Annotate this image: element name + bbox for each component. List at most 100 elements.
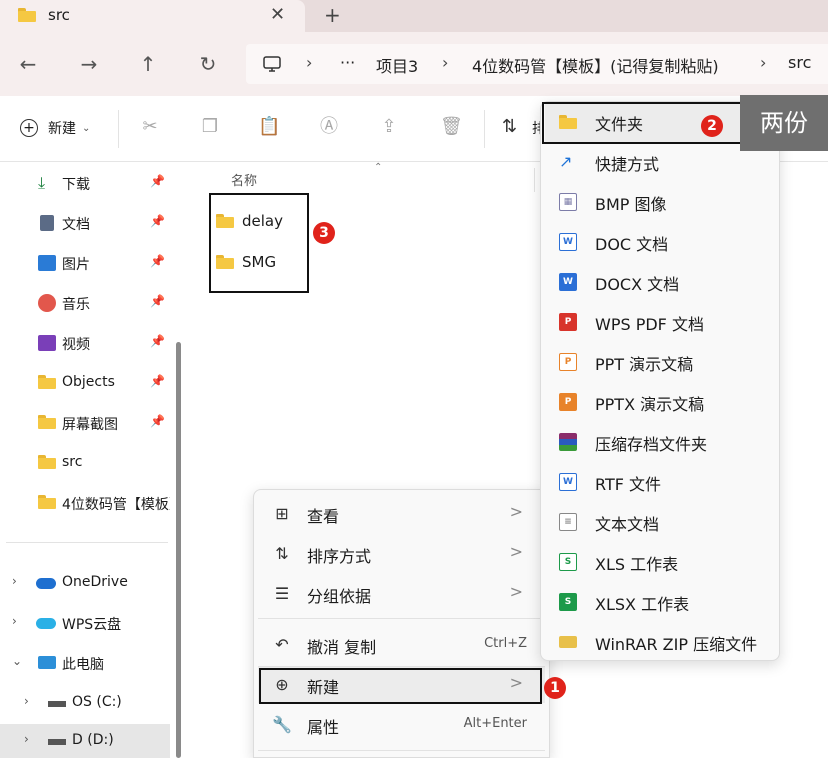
share-icon[interactable]: ⇪	[378, 116, 400, 138]
sidebar-item-drive-d[interactable]: › D (D:)	[0, 724, 170, 758]
chevron-right-icon: >	[509, 582, 523, 601]
sidebar-item-this-pc[interactable]: ⌄ 此电脑	[0, 646, 170, 680]
cloud-icon	[36, 618, 56, 629]
pin-icon[interactable]: 📌	[150, 294, 165, 308]
sidebar-item-pictures[interactable]: 图片 📌	[0, 246, 170, 280]
paste-icon[interactable]: 📋	[258, 116, 280, 138]
excel-xlsx-icon: S	[559, 593, 577, 611]
text-document-icon: ≡	[559, 513, 577, 531]
menu-item-label: BMP 图像	[595, 195, 667, 214]
menu-item-sort[interactable]: ⇅ 排序方式 >	[258, 536, 545, 572]
column-header-name[interactable]: 名称	[231, 170, 257, 189]
tab-title: src	[48, 6, 70, 24]
menu-item-label: 分组依据	[307, 587, 372, 606]
submenu-item-bmp[interactable]: ▦ BMP 图像	[545, 182, 777, 222]
breadcrumb-item[interactable]: 4位数码管【模板】(记得复制粘贴)	[472, 53, 719, 77]
highlight-box	[209, 193, 309, 293]
menu-item-label: DOC 文档	[595, 235, 669, 254]
pin-icon[interactable]: 📌	[150, 254, 165, 268]
folder-icon	[38, 415, 56, 431]
annotation-label: 两份	[740, 95, 828, 151]
chevron-right-icon[interactable]: ›	[12, 614, 17, 628]
copy-icon[interactable]: ❐	[199, 116, 221, 138]
grid-icon: ⊞	[275, 504, 289, 523]
chevron-right-icon: >	[509, 542, 523, 561]
word-docx-icon: W	[559, 273, 577, 291]
chevron-right-icon[interactable]: ›	[12, 574, 17, 588]
pin-icon[interactable]: 📌	[150, 214, 165, 228]
download-icon: ⤓	[38, 173, 46, 192]
up-arrow-icon[interactable]: ↑	[136, 52, 160, 76]
refresh-icon[interactable]: ↻	[196, 52, 220, 76]
menu-shortcut: Alt+Enter	[463, 716, 527, 731]
pin-icon[interactable]: 📌	[150, 174, 165, 188]
forward-arrow-icon[interactable]: →	[77, 52, 101, 76]
submenu-item-winrar-zip[interactable]: WinRAR ZIP 压缩文件	[545, 622, 777, 662]
chevron-right-icon[interactable]: ›	[24, 732, 29, 746]
menu-item-undo-copy[interactable]: ↶ 撤消 复制 Ctrl+Z	[258, 627, 545, 663]
folder-icon	[18, 8, 36, 22]
sidebar-item-screenshots[interactable]: 屏幕截图 📌	[0, 406, 170, 440]
sidebar-item-objects[interactable]: Objects 📌	[0, 366, 170, 400]
new-tab-button[interactable]: +	[324, 3, 341, 27]
chevron-right-icon[interactable]: ›	[24, 694, 29, 708]
sidebar-item-label: 此电脑	[62, 657, 104, 673]
menu-item-view[interactable]: ⊞ 查看 >	[258, 496, 545, 532]
tab-src[interactable]: src ✕	[0, 0, 305, 32]
delete-icon[interactable]: 🗑	[440, 116, 463, 138]
sidebar-item-drive-c[interactable]: › OS (C:)	[0, 686, 170, 720]
chevron-down-icon[interactable]: ⌄	[12, 654, 22, 668]
cut-icon[interactable]: ✂	[139, 116, 161, 138]
submenu-item-doc[interactable]: W DOC 文档	[545, 222, 777, 262]
toolbar-divider	[484, 110, 485, 148]
sidebar-item-src[interactable]: src	[0, 446, 170, 480]
menu-item-label: XLS 工作表	[595, 555, 679, 574]
sidebar-item-label: 4位数码管【模板】(记得复制粘贴)	[62, 497, 170, 513]
sidebar-item-documents[interactable]: 文档 📌	[0, 206, 170, 240]
sidebar-divider	[6, 542, 168, 543]
rename-icon[interactable]: Ⓐ	[318, 116, 340, 138]
submenu-item-xls[interactable]: S XLS 工作表	[545, 542, 777, 582]
menu-divider	[258, 750, 545, 751]
folder-icon	[38, 375, 56, 391]
pin-icon[interactable]: 📌	[150, 374, 165, 388]
computer-icon	[263, 56, 281, 72]
sidebar-item-music[interactable]: 音乐 📌	[0, 286, 170, 320]
winrar-zip-icon	[559, 636, 577, 648]
submenu-item-docx[interactable]: W DOCX 文档	[545, 262, 777, 302]
sidebar-item-downloads[interactable]: ⤓ 下载 📌	[0, 166, 170, 200]
sort-icon[interactable]: ⇅	[502, 116, 517, 137]
sidebar-scrollbar[interactable]	[176, 342, 181, 758]
submenu-item-ppt[interactable]: P PPT 演示文稿	[545, 342, 777, 382]
menu-item-label: XLSX 工作表	[595, 595, 690, 614]
submenu-item-rtf[interactable]: W RTF 文件	[545, 462, 777, 502]
breadcrumb-item[interactable]: 项目3	[376, 53, 418, 77]
sidebar-item-template[interactable]: 4位数码管【模板】(记得复制粘贴)	[0, 486, 170, 520]
shortcut-icon: ↗	[559, 152, 573, 171]
breadcrumb-item[interactable]: src	[788, 53, 811, 72]
navigation-bar: ← → ↑ ↻ › ··· 项目3 › 4位数码管【模板】(记得复制粘贴) › …	[0, 32, 828, 96]
back-arrow-icon[interactable]: ←	[16, 52, 40, 76]
sidebar-item-label: OS (C:)	[72, 694, 122, 710]
step-badge: 3	[313, 222, 335, 244]
menu-item-label: 排序方式	[307, 547, 372, 566]
sidebar-item-wps-cloud[interactable]: › WPS云盘	[0, 606, 170, 640]
submenu-item-xlsx[interactable]: S XLSX 工作表	[545, 582, 777, 622]
menu-item-properties[interactable]: 🔧 属性 Alt+Enter	[258, 707, 545, 743]
sidebar-item-videos[interactable]: 视频 📌	[0, 326, 170, 360]
close-tab-icon[interactable]: ✕	[270, 4, 285, 25]
submenu-item-pptx[interactable]: P PPTX 演示文稿	[545, 382, 777, 422]
submenu-item-pdf[interactable]: P WPS PDF 文档	[545, 302, 777, 342]
cloud-icon	[36, 578, 56, 589]
pin-icon[interactable]: 📌	[150, 414, 165, 428]
new-button[interactable]: + 新建 ⌄	[20, 118, 90, 138]
breadcrumb-more[interactable]: ···	[340, 53, 355, 72]
sort-icon: ⇅	[275, 544, 289, 563]
submenu-item-zip-folder[interactable]: 压缩存档文件夹	[545, 422, 777, 462]
column-divider	[534, 168, 535, 192]
submenu-item-text[interactable]: ≡ 文本文档	[545, 502, 777, 542]
address-bar[interactable]: › ··· 项目3 › 4位数码管【模板】(记得复制粘贴) › src	[246, 44, 828, 84]
menu-item-group-by[interactable]: ☰ 分组依据 >	[258, 576, 545, 612]
sidebar-item-onedrive[interactable]: › OneDrive	[0, 566, 170, 600]
pin-icon[interactable]: 📌	[150, 334, 165, 348]
